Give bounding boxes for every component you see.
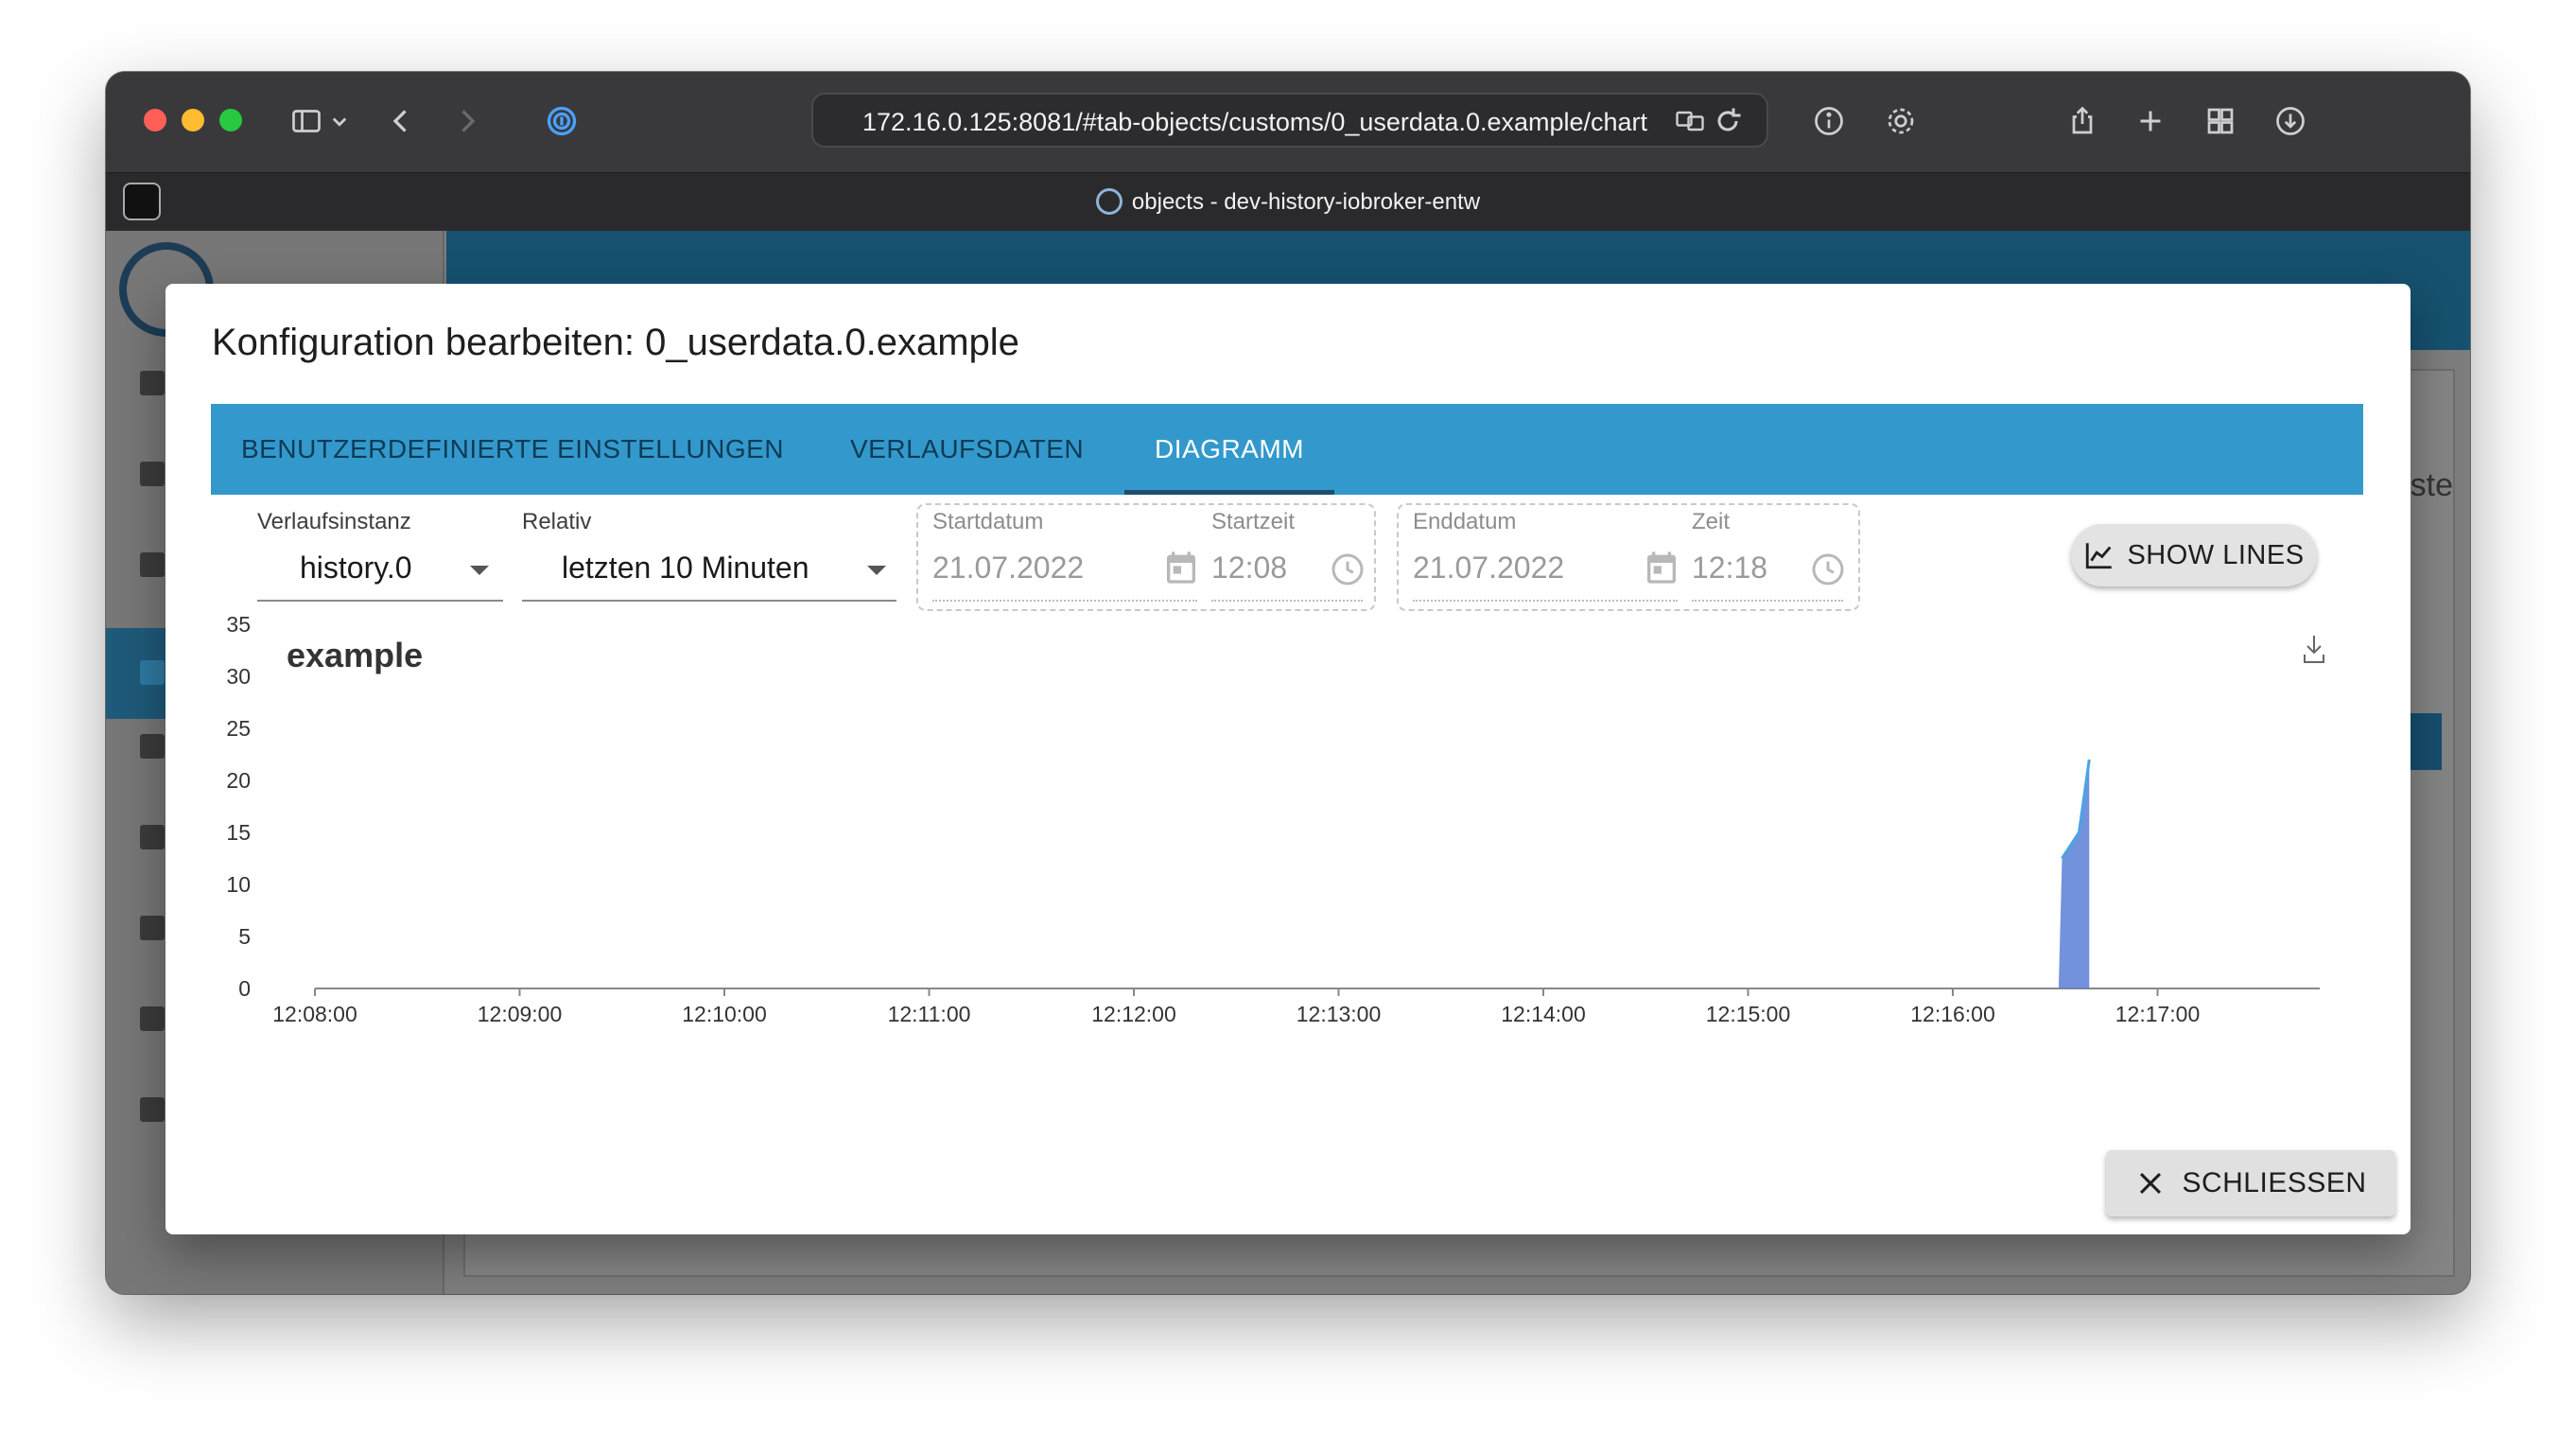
relative-label: Relativ bbox=[522, 509, 592, 534]
image-icon bbox=[140, 734, 165, 759]
start-date-input[interactable]: 21.07.2022 bbox=[932, 551, 1084, 586]
history-chart: example 0 5 10 15 20 25 30 35 12:08:00 12:09:00 12… bbox=[226, 612, 2324, 1026]
chevron-down-icon[interactable] bbox=[325, 100, 354, 142]
end-time-label: Zeit bbox=[1692, 509, 1731, 534]
user-icon bbox=[140, 916, 165, 940]
files-icon bbox=[140, 1097, 165, 1122]
start-time-input[interactable]: 12:08 bbox=[1211, 551, 1287, 586]
tab-title-text: objects - dev-history-iobroker-entw bbox=[1131, 189, 1481, 215]
start-time-label: Startzeit bbox=[1211, 509, 1296, 534]
y-tick-label: 0 bbox=[238, 976, 251, 1001]
chart-title: example bbox=[287, 636, 423, 674]
forward-icon[interactable] bbox=[446, 100, 488, 142]
clock-icon[interactable] bbox=[1809, 551, 1847, 593]
x-tick-label: 12:15:00 bbox=[1706, 1002, 1791, 1026]
tab-custom-settings[interactable]: BENUTZERDEFINIERTE EINSTELLUNGEN bbox=[211, 404, 814, 495]
instance-label: Verlaufsinstanz bbox=[257, 509, 411, 534]
tab-history-data[interactable]: VERLAUFSDATEN bbox=[820, 404, 1114, 495]
iobroker-favicon-icon bbox=[1095, 188, 1123, 215]
relative-select-value[interactable]: letzten 10 Minuten bbox=[562, 551, 809, 586]
x-tick-label: 12:13:00 bbox=[1297, 1002, 1382, 1026]
dialog-tabs: BENUTZERDEFINIERTE EINSTELLUNGEN VERLAUF… bbox=[211, 404, 2363, 495]
password-manager-icon[interactable] bbox=[541, 100, 583, 142]
end-time-underline bbox=[1692, 600, 1843, 602]
calendar-icon[interactable] bbox=[1162, 549, 1200, 591]
address-bar[interactable]: 172.16.0.125:8081/#tab-objects/customs/0… bbox=[811, 93, 1768, 148]
gear-icon[interactable] bbox=[1880, 100, 1922, 142]
hosts-icon bbox=[140, 1006, 165, 1031]
x-tick-label: 12:14:00 bbox=[1501, 1002, 1586, 1026]
new-tab-icon[interactable] bbox=[2130, 100, 2171, 142]
dialog-title: Konfiguration bearbeiten: 0_userdata.0.e… bbox=[212, 322, 1019, 363]
start-date-underline bbox=[932, 600, 1197, 602]
y-tick-label: 35 bbox=[226, 612, 251, 637]
calendar-icon[interactable] bbox=[1643, 549, 1680, 591]
translate-icon[interactable] bbox=[1669, 100, 1711, 142]
grid-icon bbox=[140, 371, 165, 395]
instance-select-value[interactable]: history.0 bbox=[300, 551, 412, 586]
share-icon[interactable] bbox=[2062, 100, 2103, 142]
info-icon[interactable] bbox=[1808, 100, 1850, 142]
tab-strip: objects - dev-history-iobroker-entw bbox=[106, 172, 2470, 231]
x-tick-label: 12:12:00 bbox=[1091, 1002, 1176, 1026]
relative-select[interactable] bbox=[522, 600, 896, 602]
close-icon bbox=[2140, 1172, 2162, 1195]
background-label: ste bbox=[2410, 467, 2453, 503]
downloads-icon[interactable] bbox=[2270, 100, 2311, 142]
active-tab-indicator bbox=[1124, 490, 1334, 495]
show-lines-label: SHOW LINES bbox=[2127, 539, 2305, 570]
x-tick-label: 12:10:00 bbox=[682, 1002, 767, 1026]
tab-current[interactable]: objects - dev-history-iobroker-entw bbox=[106, 188, 2470, 216]
end-time-input[interactable]: 12:18 bbox=[1692, 551, 1767, 586]
download-icon[interactable] bbox=[2304, 636, 2324, 663]
y-tick-label: 20 bbox=[226, 768, 251, 793]
tab-chart[interactable]: DIAGRAMM bbox=[1124, 404, 1334, 495]
chevron-down-icon[interactable] bbox=[867, 566, 886, 575]
sidebar-toggle-icon[interactable] bbox=[286, 100, 327, 142]
end-date-underline bbox=[1413, 600, 1678, 602]
y-tick-label: 30 bbox=[226, 664, 251, 689]
tab-overview-icon[interactable] bbox=[2200, 100, 2241, 142]
show-lines-button[interactable]: SHOW LINES bbox=[2071, 524, 2317, 586]
start-time-underline bbox=[1211, 600, 1363, 602]
x-tick-label: 12:09:00 bbox=[478, 1002, 563, 1026]
maximize-window-button[interactable] bbox=[219, 109, 242, 131]
chevron-down-icon[interactable] bbox=[470, 566, 489, 575]
chart-line-icon bbox=[2086, 543, 2113, 569]
start-date-label: Startdatum bbox=[932, 509, 1044, 534]
back-icon[interactable] bbox=[380, 100, 422, 142]
y-tick-label: 10 bbox=[226, 872, 251, 897]
clock-icon[interactable] bbox=[1329, 551, 1366, 593]
list-icon bbox=[140, 825, 165, 849]
x-tick-label: 12:17:00 bbox=[2115, 1002, 2201, 1026]
edit-config-dialog: Konfiguration bearbeiten: 0_userdata.0.e… bbox=[165, 284, 2411, 1234]
x-tick-label: 12:16:00 bbox=[1910, 1002, 1995, 1026]
x-tick-label: 12:08:00 bbox=[272, 1002, 357, 1026]
minimize-window-button[interactable] bbox=[182, 109, 204, 131]
y-tick-label: 15 bbox=[226, 820, 251, 845]
chart-area: example 0 5 10 15 20 25 30 35 12:08:00 12:09:00 12… bbox=[211, 610, 2363, 1083]
instance-select[interactable] bbox=[257, 600, 503, 602]
y-tick-label: 25 bbox=[226, 716, 251, 741]
store-icon bbox=[140, 462, 165, 486]
url-text: 172.16.0.125:8081/#tab-objects/customs/0… bbox=[862, 108, 1648, 136]
card-icon bbox=[140, 552, 165, 577]
close-window-button[interactable] bbox=[144, 109, 166, 131]
end-date-input[interactable]: 21.07.2022 bbox=[1413, 551, 1564, 586]
y-tick-label: 5 bbox=[238, 924, 251, 949]
close-label: SCHLIESSEN bbox=[2182, 1167, 2367, 1198]
browser-toolbar: 172.16.0.125:8081/#tab-objects/customs/0… bbox=[106, 72, 2470, 172]
reload-icon[interactable] bbox=[1707, 100, 1749, 142]
objects-icon bbox=[140, 660, 165, 685]
close-dialog-button[interactable]: SCHLIESSEN bbox=[2106, 1150, 2395, 1216]
x-tick-label: 12:11:00 bbox=[888, 1002, 971, 1026]
end-date-label: Enddatum bbox=[1413, 509, 1517, 534]
